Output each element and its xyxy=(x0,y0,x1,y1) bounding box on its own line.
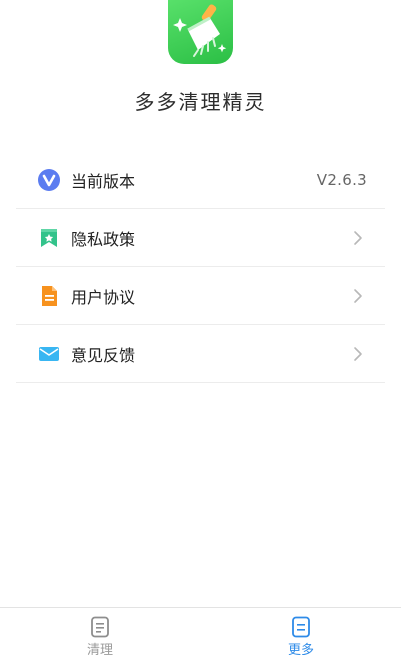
chevron-right-icon xyxy=(353,346,363,362)
chevron-right-icon xyxy=(353,230,363,246)
page: 多多清理精灵 当前版本 V2.6.3 隐私政策 用户协议 意见反馈 清理 更多 xyxy=(0,0,401,655)
more-doc-icon xyxy=(291,616,311,638)
menu-item-feedback[interactable]: 意见反馈 xyxy=(16,325,385,383)
bottom-tab-bar: 清理 更多 xyxy=(0,607,401,655)
settings-menu: 当前版本 V2.6.3 隐私政策 用户协议 意见反馈 xyxy=(16,151,385,383)
menu-item-current-version[interactable]: 当前版本 V2.6.3 xyxy=(16,151,385,209)
tab-clean[interactable]: 清理 xyxy=(0,608,200,655)
menu-item-label: 当前版本 xyxy=(71,171,136,191)
mail-icon xyxy=(38,343,60,365)
menu-item-label: 隐私政策 xyxy=(71,229,136,249)
bookmark-star-icon xyxy=(38,227,60,249)
list-doc-icon xyxy=(90,616,110,638)
menu-item-privacy-policy[interactable]: 隐私政策 xyxy=(16,209,385,267)
version-value: V2.6.3 xyxy=(316,170,367,189)
menu-item-label: 意见反馈 xyxy=(71,345,136,365)
menu-item-label: 用户协议 xyxy=(71,287,136,307)
version-v-icon xyxy=(38,168,60,191)
chevron-right-icon xyxy=(353,288,363,304)
tab-label: 更多 xyxy=(287,643,314,655)
app-name: 多多清理精灵 xyxy=(134,90,267,114)
broom-app-icon xyxy=(168,0,233,64)
menu-item-user-agreement[interactable]: 用户协议 xyxy=(16,267,385,325)
tab-label: 清理 xyxy=(86,643,113,655)
tab-more[interactable]: 更多 xyxy=(201,608,401,655)
document-icon xyxy=(38,285,60,307)
